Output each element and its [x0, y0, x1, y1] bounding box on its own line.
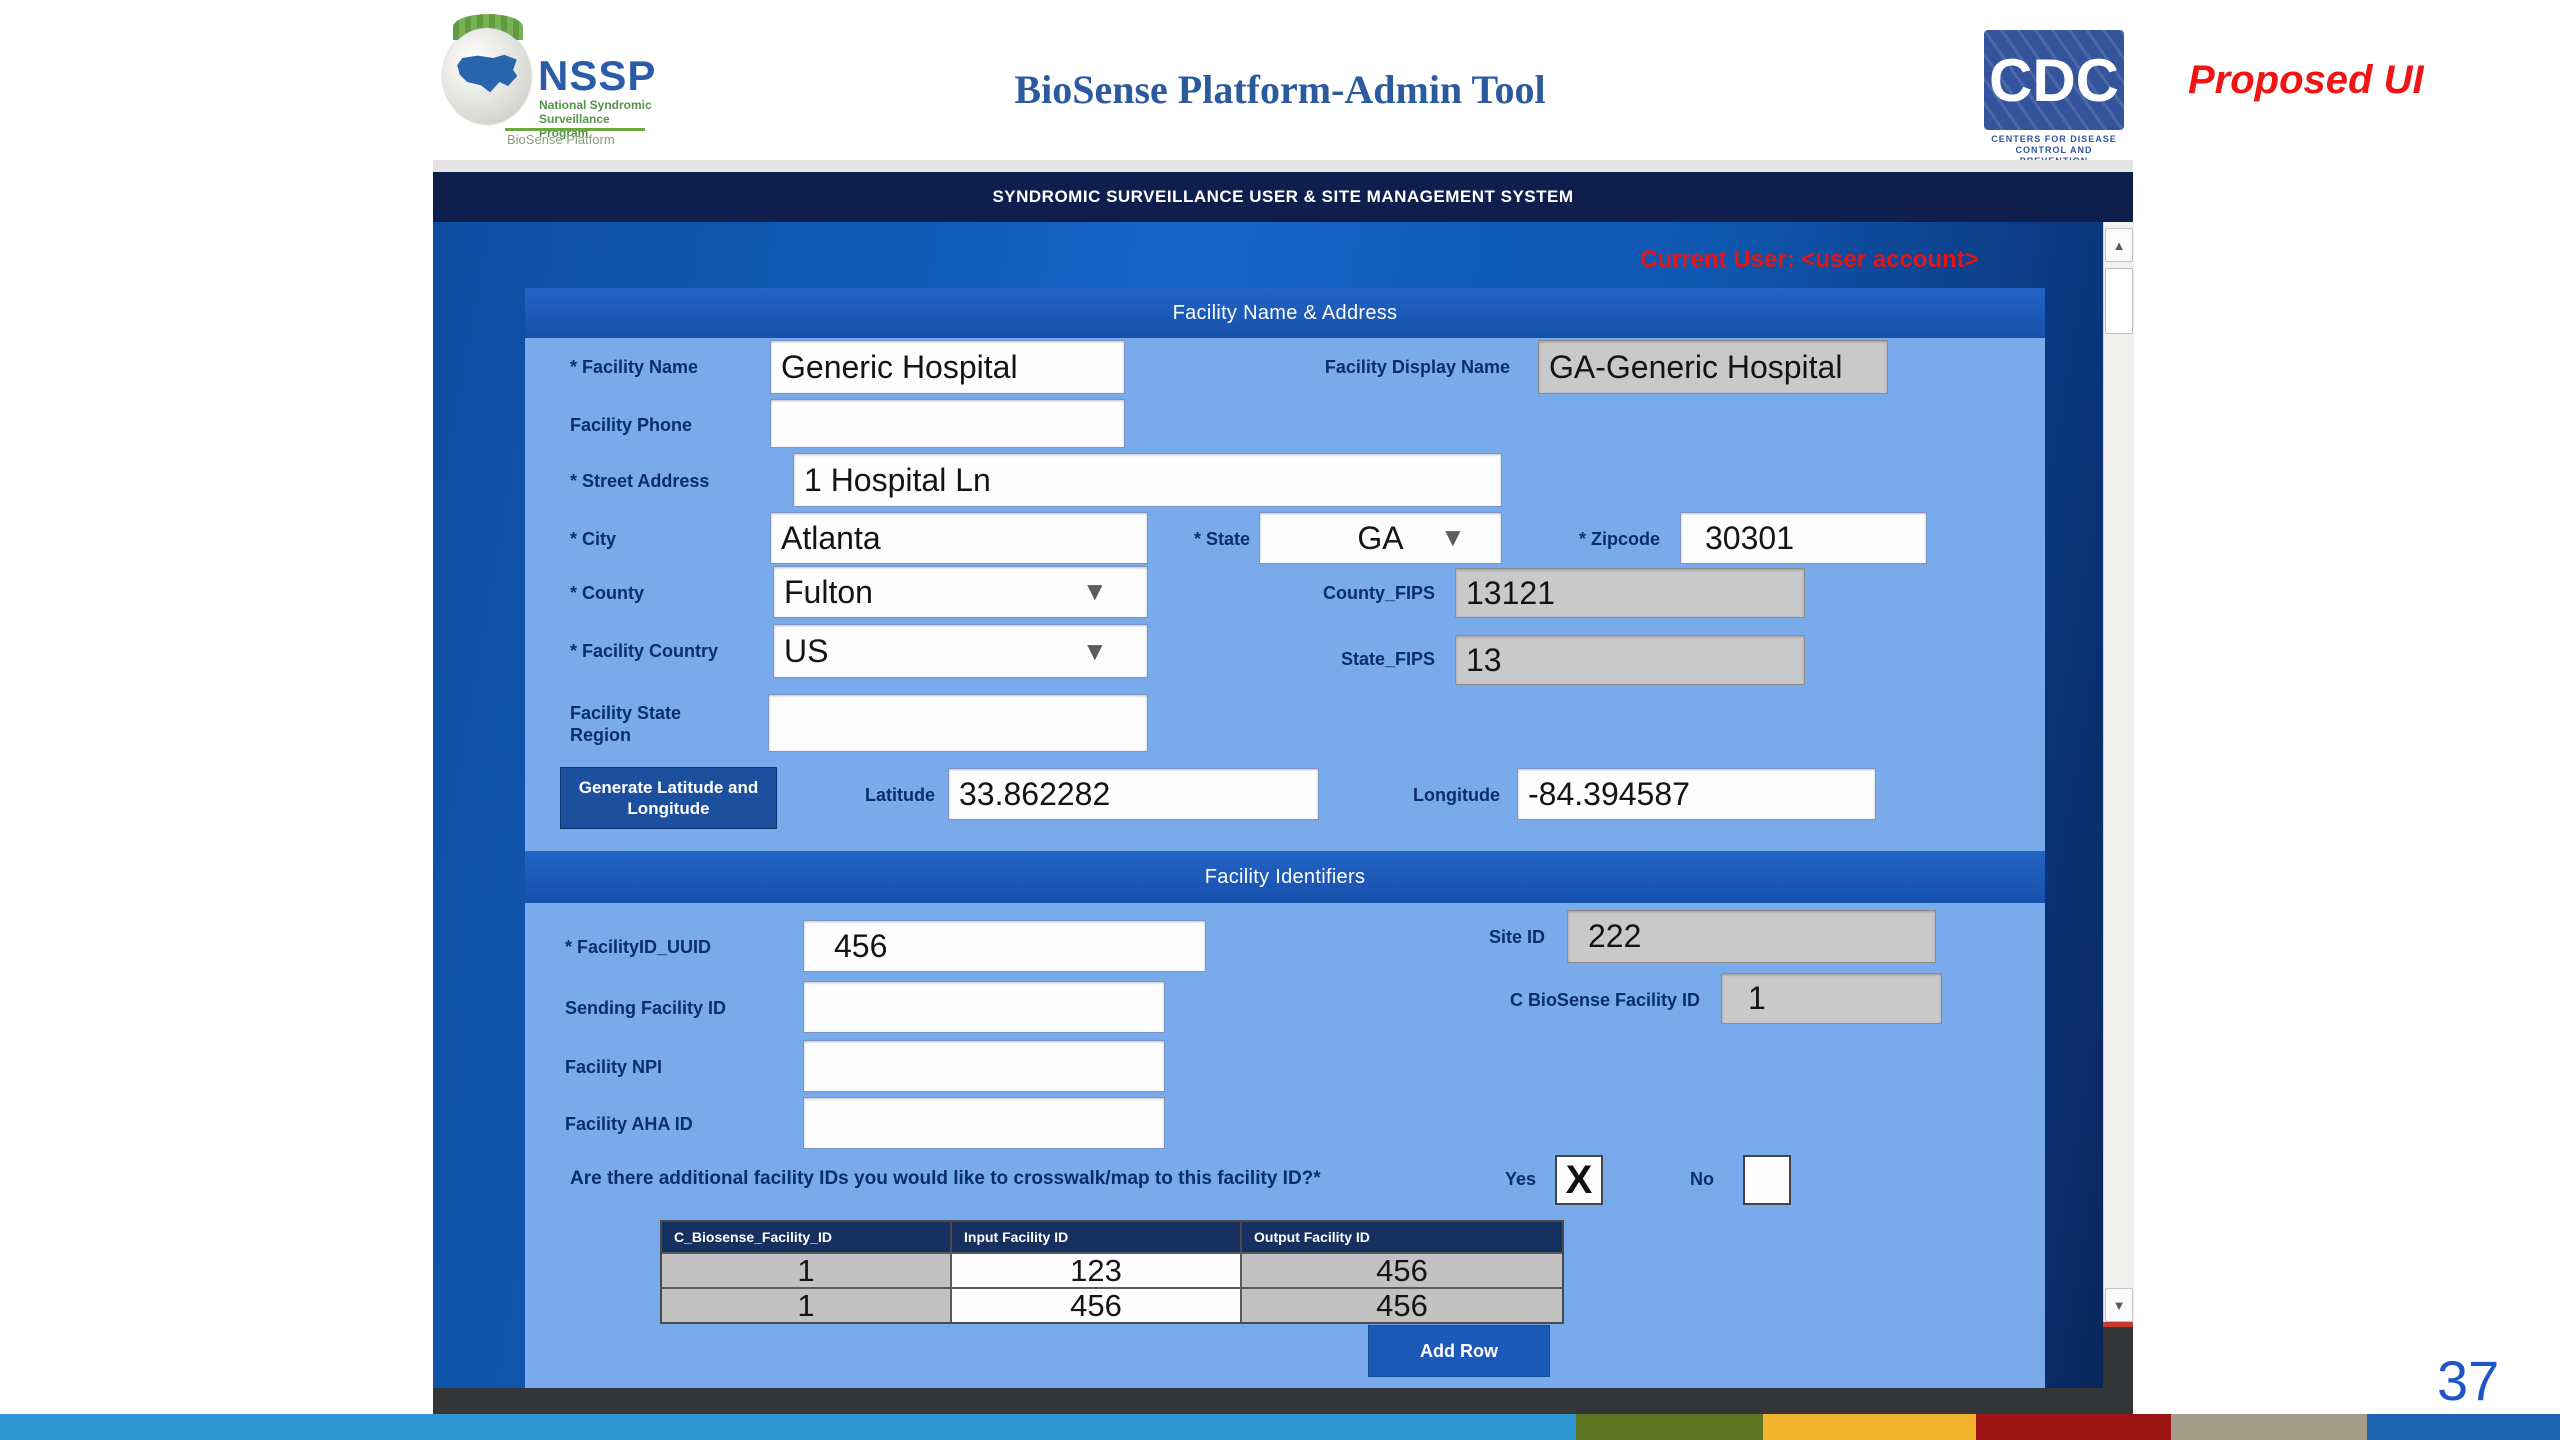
facility-npi-label: Facility NPI	[565, 1056, 662, 1078]
table-cell: 456	[1242, 1287, 1562, 1322]
table-cell: 1	[662, 1252, 952, 1287]
section-facility-name-address: Facility Name & Address	[525, 288, 2045, 338]
slide-page-number: 37	[2437, 1348, 2499, 1413]
facility-id-uuid-label: * FacilityID_UUID	[565, 936, 711, 958]
footer-stripe	[1976, 1414, 2171, 1440]
window-top-band	[433, 160, 2133, 172]
add-row-button[interactable]: Add Row	[1368, 1325, 1550, 1377]
facility-name-label: * Facility Name	[570, 356, 698, 378]
facility-state-region-label: Facility State Region	[570, 702, 720, 746]
county-fips-field: 13121	[1455, 568, 1805, 618]
footer-stripe	[2367, 1414, 2560, 1440]
site-id-label: Site ID	[1420, 926, 1545, 948]
facility-name-field[interactable]: Generic Hospital	[770, 340, 1125, 394]
sending-facility-id-field[interactable]	[803, 981, 1165, 1033]
table-cell[interactable]: 123	[952, 1252, 1242, 1287]
cdc-subtitle-line1: CENTERS FOR DISEASE	[1984, 134, 2124, 145]
scrollbar-down-arrow-icon[interactable]: ▼	[2105, 1288, 2133, 1322]
page-title: BioSense Platform-Admin Tool	[880, 66, 1680, 113]
column-header: C_Biosense_Facility_ID	[662, 1222, 952, 1252]
footer-stripe	[0, 1414, 1576, 1440]
crosswalk-yes-label: Yes	[1505, 1168, 1536, 1190]
nssp-acronym: NSSP	[538, 52, 656, 100]
section-facility-identifiers: Facility Identifiers	[525, 851, 2045, 903]
facility-country-label: * Facility Country	[570, 640, 718, 662]
cdc-acronym: CDC	[1984, 30, 2124, 130]
facility-npi-field[interactable]	[803, 1040, 1165, 1092]
zipcode-label: * Zipcode	[1520, 528, 1660, 550]
scrollbar-thumb[interactable]	[2105, 268, 2133, 334]
state-fips-label: State_FIPS	[1289, 648, 1435, 670]
facility-display-name-label: Facility Display Name	[1285, 356, 1510, 378]
latitude-field[interactable]: 33.862282	[948, 768, 1319, 820]
crosswalk-no-checkbox[interactable]	[1743, 1155, 1791, 1205]
generate-lat-long-button[interactable]: Generate Latitude and Longitude	[560, 767, 777, 829]
state-dropdown-arrow-icon[interactable]: ▼	[1440, 524, 1466, 550]
facility-id-uuid-field[interactable]: 456	[803, 920, 1206, 972]
street-address-field[interactable]: 1 Hospital Ln	[793, 453, 1502, 507]
latitude-label: Latitude	[820, 784, 935, 806]
current-user-label: Current User: <user account>	[1640, 246, 2105, 274]
footer-stripe	[1576, 1414, 1763, 1440]
state-fips-field: 13	[1455, 635, 1805, 685]
footer-stripe	[1763, 1414, 1976, 1440]
column-header: Input Facility ID	[952, 1222, 1242, 1252]
cdc-logo: CDC CENTERS FOR DISEASE CONTROL AND PREV…	[1984, 30, 2124, 160]
nssp-program-line1: National Syndromic	[539, 98, 652, 112]
state-value: GA	[1357, 520, 1403, 557]
county-fips-label: County_FIPS	[1289, 582, 1435, 604]
section-heading: Facility Name & Address	[1173, 302, 1398, 325]
longitude-label: Longitude	[1360, 784, 1500, 806]
window-corner	[2103, 1327, 2133, 1388]
county-label: * County	[570, 582, 644, 604]
table-cell: 1	[662, 1287, 952, 1322]
slide-footer-stripes	[0, 1414, 2560, 1440]
c-biosense-facility-id-label: C BioSense Facility ID	[1410, 989, 1700, 1011]
city-field[interactable]: Atlanta	[770, 512, 1148, 564]
facility-phone-field[interactable]	[770, 399, 1125, 448]
proposed-ui-annotation: Proposed UI	[2188, 58, 2488, 103]
longitude-field[interactable]: -84.394587	[1517, 768, 1876, 820]
crosswalk-question: Are there additional facility IDs you wo…	[570, 1168, 1490, 1190]
site-id-field: 222	[1567, 910, 1936, 963]
footer-stripe	[2171, 1414, 2367, 1440]
facility-phone-label: Facility Phone	[570, 414, 692, 436]
facility-aha-id-label: Facility AHA ID	[565, 1113, 693, 1135]
column-header: Output Facility ID	[1242, 1222, 1562, 1252]
app-title: SYNDROMIC SURVEILLANCE USER & SITE MANAG…	[992, 187, 1573, 207]
facility-display-name-field: GA-Generic Hospital	[1538, 340, 1888, 394]
sending-facility-id-label: Sending Facility ID	[565, 997, 726, 1019]
scrollbar-up-arrow-icon[interactable]: ▲	[2105, 228, 2133, 262]
zipcode-field[interactable]: 30301	[1680, 512, 1927, 564]
c-biosense-facility-id-field: 1	[1721, 973, 1942, 1024]
city-label: * City	[570, 528, 616, 550]
facility-state-region-field[interactable]	[768, 694, 1148, 752]
crosswalk-yes-checkbox[interactable]: X	[1555, 1155, 1603, 1205]
slide: NSSP National Syndromic Surveillance Pro…	[0, 0, 2560, 1440]
nssp-divider	[505, 128, 645, 131]
section-heading: Facility Identifiers	[1205, 866, 1366, 889]
county-dropdown-arrow-icon[interactable]: ▼	[1082, 578, 1108, 604]
crosswalk-no-label: No	[1690, 1168, 1714, 1190]
facility-aha-id-field[interactable]	[803, 1097, 1165, 1149]
vertical-scrollbar[interactable]	[2103, 222, 2134, 1322]
table-cell: 456	[1242, 1252, 1562, 1287]
facility-country-dropdown-arrow-icon[interactable]: ▼	[1082, 638, 1108, 664]
nssp-logo: NSSP National Syndromic Surveillance Pro…	[443, 14, 653, 140]
crosswalk-table: C_Biosense_Facility_ID Input Facility ID…	[660, 1220, 1564, 1324]
app-title-bar: SYNDROMIC SURVEILLANCE USER & SITE MANAG…	[433, 172, 2133, 222]
street-address-label: * Street Address	[570, 470, 709, 492]
state-label: * State	[1150, 528, 1250, 550]
nssp-caption: BioSense Platform	[507, 132, 615, 147]
table-cell[interactable]: 456	[952, 1287, 1242, 1322]
